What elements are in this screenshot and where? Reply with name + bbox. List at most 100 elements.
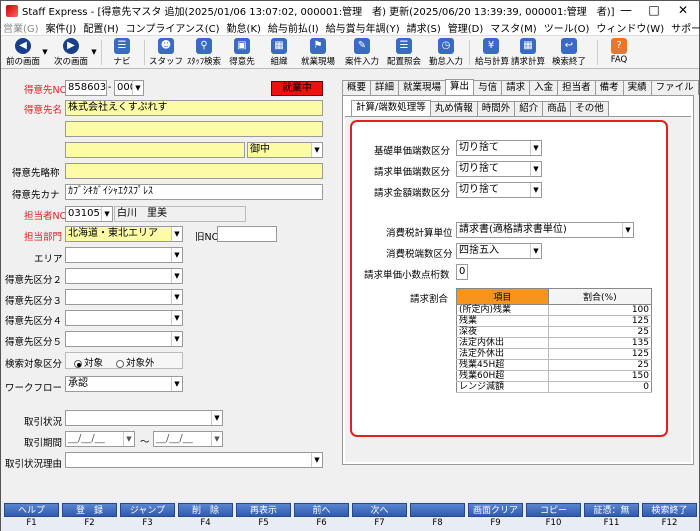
tax-unit-select[interactable]: 請求書(適格請求書単位) ▼ bbox=[456, 222, 634, 238]
menu-attendance[interactable]: 勤怠(K) bbox=[227, 20, 261, 35]
fkey-delete-button[interactable]: 削 除 F4 bbox=[178, 503, 233, 529]
table-row[interactable]: 深夜 25 bbox=[456, 326, 652, 338]
subtab-other[interactable]: その他 bbox=[570, 101, 609, 116]
subtab-calc-rounding[interactable]: 計算/端数処理等 bbox=[351, 100, 431, 116]
subtab-overtime[interactable]: 時間外 bbox=[476, 101, 516, 116]
client-no-input[interactable]: 858603 bbox=[65, 80, 107, 96]
table-row[interactable]: 残業60H超 150 bbox=[456, 370, 652, 382]
menu-compliance[interactable]: コンプライアンス(C) bbox=[126, 20, 220, 35]
category3-select[interactable]: ▼ bbox=[65, 289, 183, 305]
tab-billing[interactable]: 請求 bbox=[501, 80, 531, 95]
billing-calc-button[interactable]: ▦ 請求計算 bbox=[509, 37, 547, 68]
ratio-value-cell[interactable]: 0 bbox=[547, 381, 652, 393]
faq-button[interactable]: ? FAQ bbox=[603, 37, 635, 68]
ratio-value-cell[interactable]: 25 bbox=[547, 359, 652, 371]
fkey-help-button[interactable]: ヘルプ F1 bbox=[4, 503, 59, 529]
area-select[interactable]: ▼ bbox=[65, 247, 183, 263]
dept-select[interactable]: 北海道・東北エリア ▼ bbox=[65, 226, 183, 242]
trade-start-date[interactable]: __/__/__ ▼ bbox=[65, 431, 135, 447]
fkey-register-button[interactable]: 登 録 F2 bbox=[62, 503, 117, 529]
tax-rounding-select[interactable]: 四捨五入 ▼ bbox=[456, 243, 542, 259]
fkey-copy-button[interactable]: コピー F10 bbox=[526, 503, 581, 529]
ratio-value-cell[interactable]: 125 bbox=[547, 348, 652, 360]
assignment-view-button[interactable]: ☰ 配置照会 bbox=[385, 37, 423, 68]
nav-button[interactable]: ☰ ナビ bbox=[107, 37, 137, 68]
tab-results[interactable]: 実績 bbox=[622, 80, 652, 95]
fkey-f8-button[interactable]: F8 bbox=[410, 503, 465, 529]
decimal-digits-input[interactable]: 0 bbox=[456, 264, 468, 280]
tab-detail[interactable]: 詳細 bbox=[370, 80, 400, 95]
search-target-on-radio[interactable] bbox=[74, 359, 82, 368]
table-row[interactable]: 残業45H超 25 bbox=[456, 359, 652, 371]
menu-window[interactable]: ウィンドウ(W) bbox=[596, 20, 664, 35]
menu-master[interactable]: マスタ(M) bbox=[490, 20, 536, 35]
honorific-select[interactable]: 御中 ▼ bbox=[247, 142, 323, 158]
organization-button[interactable]: ▦ 組織 bbox=[263, 37, 295, 68]
subtab-rounding-info[interactable]: 丸め情報 bbox=[429, 101, 478, 116]
minimize-button[interactable]: — bbox=[611, 1, 641, 20]
bill-amount-rounding-select[interactable]: 切り捨て ▼ bbox=[456, 182, 542, 198]
menu-sales[interactable]: 営業(G) bbox=[3, 20, 39, 35]
attendance-input-button[interactable]: ◷ 勤怠入力 bbox=[427, 37, 465, 68]
table-row[interactable]: 法定外休出 125 bbox=[456, 348, 652, 360]
subtab-referral[interactable]: 紹介 bbox=[514, 101, 544, 116]
fkey-refresh-button[interactable]: 再表示 F5 bbox=[236, 503, 291, 529]
bill-unit-rounding-select[interactable]: 切り捨て ▼ bbox=[456, 161, 542, 177]
next-history-dropdown[interactable]: ▼ bbox=[90, 37, 98, 68]
kana-input[interactable]: ｶﾌﾞｼｷｶﾞｲｼｬｴｸｽﾌﾟﾚｽ bbox=[65, 184, 323, 200]
search-end-button[interactable]: ↩ 検索終了 bbox=[551, 37, 587, 68]
ratio-value-cell[interactable]: 135 bbox=[547, 337, 652, 349]
staff-search-button[interactable]: ⚲ ｽﾀｯﾌ検索 bbox=[185, 37, 223, 68]
menu-admin[interactable]: 管理(D) bbox=[448, 20, 484, 35]
category5-select[interactable]: ▼ bbox=[65, 331, 183, 347]
client-name-input[interactable]: 株式会社えくすぷれす bbox=[65, 100, 323, 116]
fkey-voucher-button[interactable]: 証憑：無 F11 bbox=[584, 503, 639, 529]
menu-support[interactable]: サポート(H) bbox=[671, 20, 700, 35]
short-name-input[interactable] bbox=[65, 163, 323, 179]
trade-end-date[interactable]: __/__/__ ▼ bbox=[153, 431, 223, 447]
tab-files[interactable]: ファイル bbox=[650, 80, 699, 95]
menu-billing[interactable]: 請求(S) bbox=[407, 20, 441, 35]
next-screen-button[interactable]: ▶ 次の画面 bbox=[51, 37, 91, 68]
case-input-button[interactable]: ✎ 案件入力 bbox=[343, 37, 381, 68]
ratio-value-cell[interactable]: 150 bbox=[547, 370, 652, 382]
prev-screen-button[interactable]: ◀ 前の画面 bbox=[3, 37, 43, 68]
menu-advance-pay[interactable]: 給与前払(I) bbox=[268, 20, 319, 35]
trade-status-select[interactable]: ▼ bbox=[65, 410, 223, 426]
client-name-line3-input[interactable] bbox=[65, 142, 245, 158]
table-row[interactable]: レンジ減額 0 bbox=[456, 381, 652, 393]
tab-payment[interactable]: 入金 bbox=[529, 80, 559, 95]
trade-reason-select[interactable]: ▼ bbox=[65, 452, 323, 468]
tab-credit[interactable]: 与信 bbox=[473, 80, 503, 95]
base-rounding-select[interactable]: 切り捨て ▼ bbox=[456, 140, 542, 156]
old-no-input[interactable] bbox=[217, 226, 277, 242]
tab-calculation[interactable]: 算出 bbox=[445, 79, 475, 95]
client-button[interactable]: ▣ 得意先 bbox=[225, 37, 259, 68]
tab-overview[interactable]: 概要 bbox=[342, 80, 372, 95]
tab-work-site[interactable]: 就業現場 bbox=[398, 80, 447, 95]
fkey-jump-button[interactable]: ジャンプ F3 bbox=[120, 503, 175, 529]
category4-select[interactable]: ▼ bbox=[65, 310, 183, 326]
fkey-next-button[interactable]: 次へ F7 bbox=[352, 503, 407, 529]
table-row[interactable]: 法定内休出 135 bbox=[456, 337, 652, 349]
client-sub-no-select[interactable]: 000 ▼ bbox=[114, 80, 144, 96]
menu-cases[interactable]: 案件(J) bbox=[46, 20, 77, 35]
staff-button[interactable]: ☻ スタッフ bbox=[149, 37, 183, 68]
close-button[interactable]: ✕ bbox=[668, 1, 698, 20]
prev-history-dropdown[interactable]: ▼ bbox=[41, 37, 49, 68]
tab-notes[interactable]: 備考 bbox=[594, 80, 624, 95]
fkey-clear-screen-button[interactable]: 画面クリア F9 bbox=[468, 503, 523, 529]
menu-tools[interactable]: ツール(O) bbox=[544, 20, 590, 35]
table-row[interactable]: 残業 125 bbox=[456, 315, 652, 327]
tab-staff-in-charge[interactable]: 担当者 bbox=[557, 80, 596, 95]
ratio-value-cell[interactable]: 100 bbox=[547, 304, 652, 316]
workflow-select[interactable]: 承認 ▼ bbox=[65, 376, 183, 392]
subtab-products[interactable]: 商品 bbox=[542, 101, 572, 116]
rep-no-select[interactable]: 031057 ▼ bbox=[65, 206, 113, 222]
menu-assignment[interactable]: 配置(H) bbox=[83, 20, 118, 35]
menu-payroll[interactable]: 給与賞与年調(Y) bbox=[326, 20, 400, 35]
table-row[interactable]: (所定内)残業 100 bbox=[456, 304, 652, 316]
fkey-previous-button[interactable]: 前へ F6 bbox=[294, 503, 349, 529]
ratio-value-cell[interactable]: 125 bbox=[547, 315, 652, 327]
maximize-button[interactable]: □ bbox=[639, 1, 669, 20]
